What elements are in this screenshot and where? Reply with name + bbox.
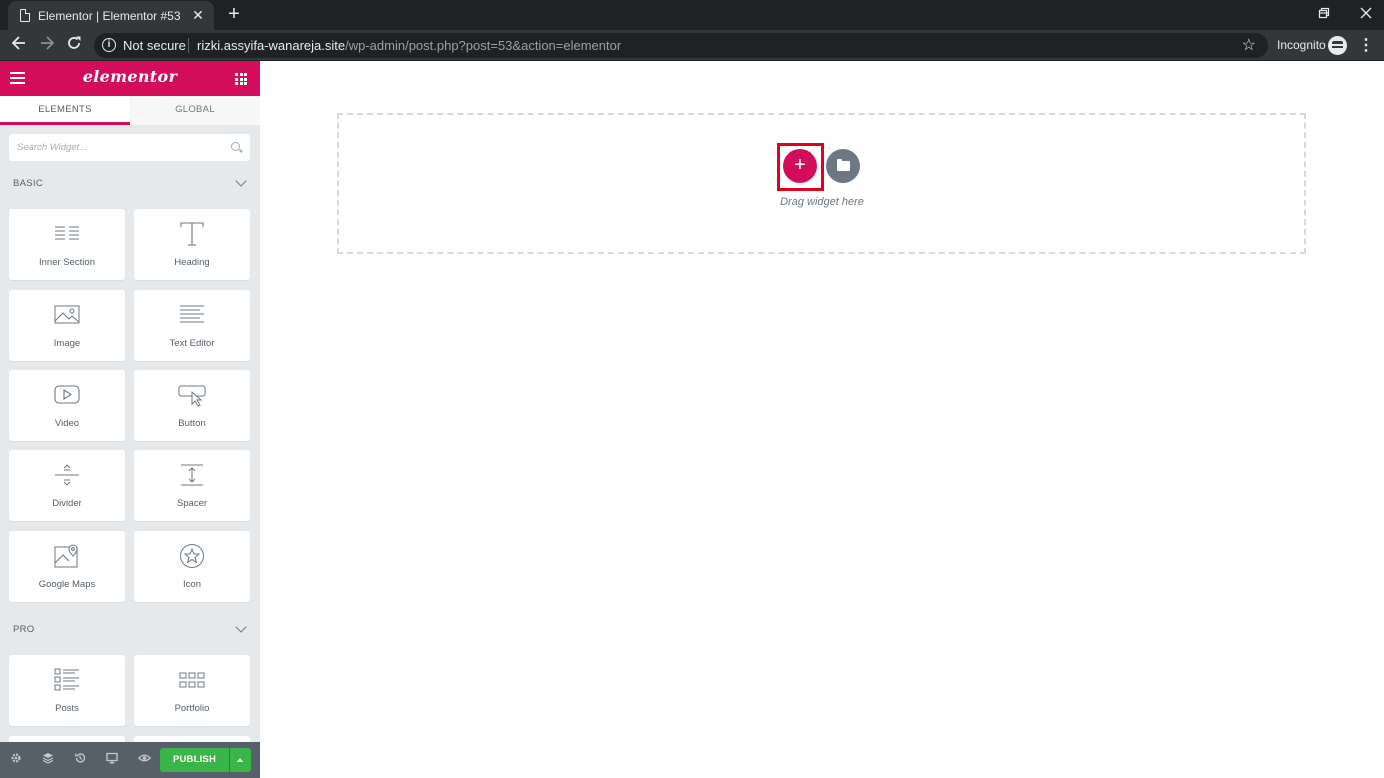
drop-hint-text: Drag widget here	[780, 196, 864, 208]
panel-footer: PUBLISH	[0, 742, 260, 778]
forward-icon[interactable]	[36, 35, 58, 57]
widget-portfolio[interactable]: Portfolio	[134, 655, 250, 726]
add-section-button[interactable]: +	[783, 149, 817, 183]
widget-label: Button	[178, 418, 206, 429]
security-label[interactable]: Not secure	[123, 38, 186, 53]
chevron-down-icon[interactable]	[235, 621, 247, 633]
tab-close-icon[interactable]: ✕	[190, 7, 206, 23]
posts-icon	[54, 668, 79, 691]
navigator-icon[interactable]	[40, 752, 56, 768]
google-maps-icon	[54, 544, 78, 568]
elementor-panel: elementor ELEMENTS GLOBAL BASIC Inner Se…	[0, 61, 260, 778]
close-icon[interactable]	[1354, 4, 1378, 26]
widget-spacer[interactable]: Spacer	[134, 450, 250, 521]
widget-search	[9, 134, 250, 161]
star-icon	[180, 544, 204, 568]
panel-tabs: ELEMENTS GLOBAL	[0, 96, 260, 125]
restore-icon[interactable]	[1312, 4, 1336, 26]
category-title-pro[interactable]: PRO	[13, 624, 35, 635]
widget-label: Posts	[55, 703, 79, 714]
widget-google-maps[interactable]: Google Maps	[9, 531, 125, 602]
publish-options-button[interactable]	[230, 748, 251, 772]
heading-icon	[180, 222, 204, 246]
widget-label: Spacer	[176, 498, 208, 509]
widget-inner-section[interactable]: Inner Section	[9, 209, 125, 280]
publish-button[interactable]: PUBLISH	[160, 748, 229, 772]
text-editor-icon	[180, 305, 204, 323]
preview-icon[interactable]	[136, 752, 152, 768]
widget-heading[interactable]: Heading	[134, 209, 250, 280]
tab-global[interactable]: GLOBAL	[130, 96, 260, 125]
widget-label: Heading	[174, 257, 210, 268]
widget-video[interactable]: Video	[9, 370, 125, 441]
chevron-down-icon[interactable]	[235, 175, 247, 187]
url-path: /wp-admin/post.php?post=53&action=elemen…	[345, 38, 622, 53]
divider-icon	[55, 464, 79, 486]
widget-label: Text Editor	[169, 338, 215, 349]
search-icon	[231, 142, 240, 151]
folder-icon	[837, 159, 850, 171]
portfolio-icon	[179, 672, 205, 688]
editor-canvas: + Drag widget here	[260, 61, 1384, 778]
widget-label: Portfolio	[174, 703, 210, 714]
widget-label: Inner Section	[39, 257, 95, 268]
url-host: rizki.assyifa-wanareja.site	[197, 38, 346, 53]
widget-icon[interactable]: Icon	[134, 531, 250, 602]
spacer-icon	[181, 464, 203, 486]
add-template-button[interactable]	[826, 149, 860, 183]
responsive-mode-icon[interactable]	[104, 752, 120, 768]
widgets-grid-icon[interactable]	[235, 73, 247, 85]
address-separator	[188, 38, 189, 53]
browser-tab-strip: Elementor | Elementor #53 ✕ +	[0, 0, 1384, 30]
elementor-logo: elementor	[82, 67, 178, 86]
menu-kebab-icon[interactable]: ⋮	[1358, 36, 1374, 56]
bookmark-star-icon[interactable]: ☆	[1242, 35, 1256, 55]
history-icon[interactable]	[72, 752, 88, 768]
widget-label: Google Maps	[38, 579, 96, 590]
browser-toolbar: i Not secure rizki.assyifa-wanareja.site…	[0, 30, 1384, 61]
button-icon	[178, 385, 206, 407]
widget-label: Video	[54, 418, 80, 429]
settings-icon[interactable]	[8, 752, 24, 768]
widget-label: Icon	[183, 579, 201, 590]
tab-title: Elementor | Elementor #53	[38, 9, 181, 23]
inner-section-icon	[55, 226, 79, 240]
category-title-basic[interactable]: BASIC	[13, 178, 43, 189]
widget-text-editor[interactable]: Text Editor	[134, 290, 250, 361]
widget-button[interactable]: Button	[134, 370, 250, 441]
incognito-label: Incognito	[1277, 38, 1326, 52]
browser-tab-active[interactable]: Elementor | Elementor #53 ✕	[8, 1, 214, 30]
info-icon[interactable]: i	[102, 38, 116, 52]
image-icon	[54, 305, 80, 324]
video-icon	[54, 385, 80, 404]
tab-elements[interactable]: ELEMENTS	[0, 96, 130, 125]
widget-label: Divider	[52, 498, 82, 509]
widget-divider[interactable]: Divider	[9, 450, 125, 521]
panel-header: elementor	[0, 61, 260, 96]
widget-label: Image	[53, 338, 81, 349]
incognito-icon[interactable]	[1328, 36, 1347, 55]
page-favicon-icon	[20, 8, 31, 22]
address-bar[interactable]: i Not secure rizki.assyifa-wanareja.site…	[94, 33, 1268, 58]
search-input[interactable]	[9, 134, 219, 161]
url-text[interactable]: rizki.assyifa-wanareja.site/wp-admin/pos…	[197, 38, 621, 53]
widget-image[interactable]: Image	[9, 290, 125, 361]
widget-posts[interactable]: Posts	[9, 655, 125, 726]
new-tab-button[interactable]: +	[224, 4, 244, 25]
reload-icon[interactable]	[63, 35, 85, 57]
back-icon[interactable]	[8, 35, 30, 57]
